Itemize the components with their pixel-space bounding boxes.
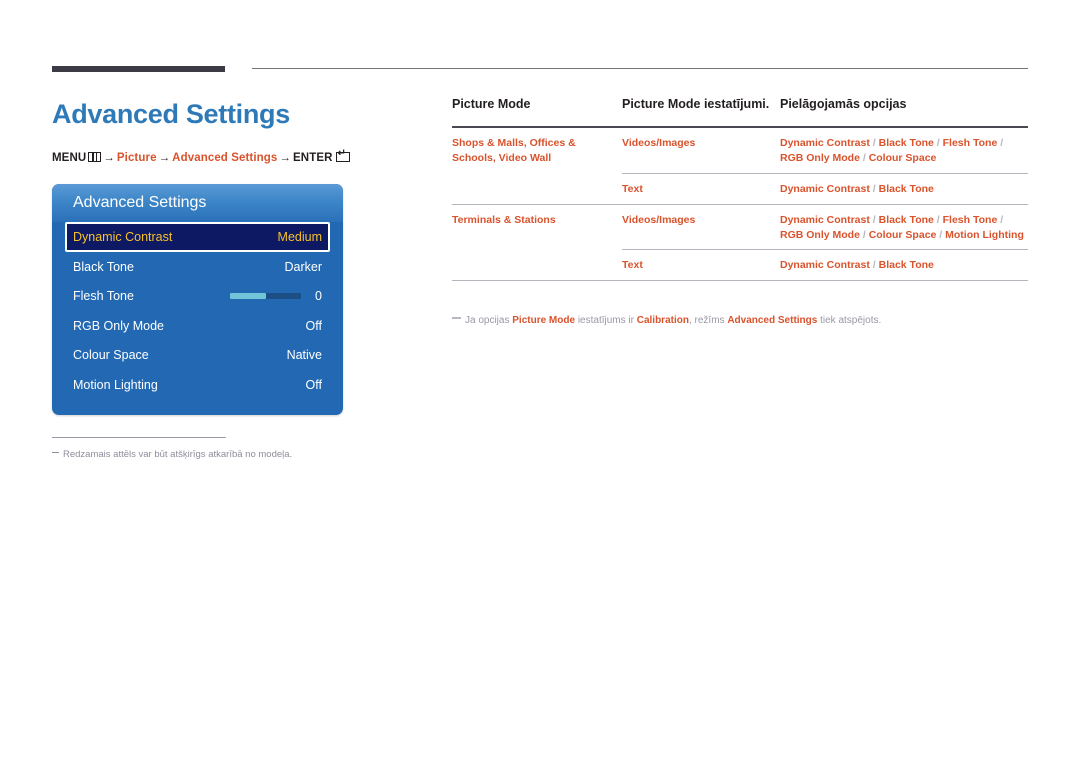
header-rule-thick bbox=[52, 66, 225, 72]
breadcrumb-arrow-2: → bbox=[158, 152, 171, 164]
osd-item-label: Black Tone bbox=[73, 259, 134, 274]
table-cell-picture-mode-setting: Videos/Images bbox=[622, 213, 696, 226]
table-header-col1: Picture Mode bbox=[452, 97, 531, 111]
osd-item-value: Darker bbox=[284, 259, 322, 274]
menu-bars-icon bbox=[88, 152, 102, 162]
table-cell-options: Dynamic Contrast / Black Tone / Flesh To… bbox=[780, 136, 1004, 164]
breadcrumb-arrow-1: → bbox=[103, 152, 115, 164]
osd-item-label: Flesh Tone bbox=[73, 289, 134, 304]
osd-item-label: Colour Space bbox=[73, 348, 149, 363]
osd-item-flesh-tone[interactable]: Flesh Tone 0 bbox=[65, 282, 330, 312]
header-rule-thin bbox=[252, 68, 1028, 69]
osd-item-value: 0 bbox=[315, 289, 322, 304]
osd-panel: Advanced Settings Dynamic Contrast Mediu… bbox=[52, 184, 343, 415]
breadcrumb-enter-label: ENTER bbox=[293, 152, 333, 164]
osd-item-value: Off bbox=[305, 377, 322, 392]
table-cell-picture-mode bbox=[452, 182, 622, 197]
left-note-rule bbox=[52, 437, 226, 438]
footnote-part1: Ja opcijas bbox=[465, 315, 513, 326]
table-cell-picture-mode-setting: Text bbox=[622, 259, 643, 272]
breadcrumb-step-picture[interactable]: Picture bbox=[117, 152, 157, 164]
table-row: Shops & Malls, Offices & Schools, Video … bbox=[452, 128, 1028, 173]
osd-item-value-group: 0 bbox=[230, 289, 322, 303]
table-cell-picture-mode-setting: Videos/Images bbox=[622, 136, 696, 149]
osd-item-colour-space[interactable]: Colour Space Native bbox=[65, 341, 330, 371]
osd-item-value: Medium bbox=[277, 230, 322, 244]
table-header-row: Picture Mode Picture Mode iestatījumi. P… bbox=[452, 96, 1028, 126]
osd-item-label: Motion Lighting bbox=[73, 377, 158, 392]
footnote-bold-picture-mode: Picture Mode bbox=[512, 315, 576, 326]
osd-item-value: Off bbox=[305, 318, 322, 333]
osd-panel-title: Advanced Settings bbox=[52, 184, 343, 222]
note-dash-icon bbox=[452, 317, 461, 319]
table-cell-options: Dynamic Contrast / Black Tone bbox=[780, 182, 934, 195]
table-cell-options: Dynamic Contrast / Black Tone bbox=[780, 259, 934, 272]
footnote-bold-calibration: Calibration bbox=[636, 315, 689, 326]
enter-key-icon bbox=[335, 149, 350, 162]
table-header-col2: Picture Mode iestatījumi. bbox=[622, 97, 770, 111]
osd-item-value: Native bbox=[286, 348, 322, 363]
table-cell-picture-mode bbox=[452, 258, 622, 273]
table-footnote: Ja opcijas Picture Mode iestatījums ir C… bbox=[452, 315, 881, 326]
footnote-part3: , režīms bbox=[688, 315, 728, 326]
page-title: Advanced Settings bbox=[52, 99, 290, 129]
osd-menu-list: Dynamic Contrast Medium Black Tone Darke… bbox=[52, 222, 343, 400]
osd-item-motion-lighting[interactable]: Motion Lighting Off bbox=[65, 370, 330, 400]
table-cell-picture-mode: Shops & Malls, Offices & Schools, Video … bbox=[452, 136, 576, 164]
table-header-col3: Pielāgojamās opcijas bbox=[780, 97, 907, 111]
footnote-bold-advanced-settings: Advanced Settings bbox=[727, 315, 818, 326]
osd-item-black-tone[interactable]: Black Tone Darker bbox=[65, 252, 330, 282]
options-table: Picture Mode Picture Mode iestatījumi. P… bbox=[452, 96, 1028, 282]
flesh-tone-slider[interactable] bbox=[230, 293, 302, 300]
breadcrumb-arrow-3: → bbox=[279, 152, 292, 164]
osd-item-label: RGB Only Mode bbox=[73, 318, 165, 333]
table-row: Text Dynamic Contrast / Black Tone bbox=[452, 250, 1028, 280]
table-row: Text Dynamic Contrast / Black Tone bbox=[452, 174, 1028, 204]
note-dash-icon bbox=[52, 452, 59, 453]
breadcrumb: MENU → Picture → Advanced Settings → ENTER bbox=[52, 149, 350, 164]
table-cell-picture-mode-setting: Text bbox=[622, 182, 643, 195]
flesh-tone-slider-fill bbox=[230, 293, 266, 300]
table-bottom-separator bbox=[452, 280, 1028, 282]
footnote-part4: tiek atspējots. bbox=[817, 315, 882, 326]
left-footnote: Redzamais attēls var būt atšķirīgs atkar… bbox=[52, 449, 292, 460]
breadcrumb-menu-label: MENU bbox=[52, 152, 87, 164]
osd-item-rgb-only-mode[interactable]: RGB Only Mode Off bbox=[65, 311, 330, 341]
footnote-part2: iestatījums ir bbox=[575, 315, 637, 326]
breadcrumb-step-advanced-settings[interactable]: Advanced Settings bbox=[172, 152, 277, 164]
table-cell-picture-mode: Terminals & Stations bbox=[452, 213, 556, 226]
osd-item-label: Dynamic Contrast bbox=[73, 230, 173, 244]
osd-item-dynamic-contrast[interactable]: Dynamic Contrast Medium bbox=[65, 222, 330, 252]
table-row: Terminals & Stations Videos/Images Dynam… bbox=[452, 205, 1028, 250]
table-cell-options: Dynamic Contrast / Black Tone / Flesh To… bbox=[780, 213, 1024, 241]
left-footnote-text: Redzamais attēls var būt atšķirīgs atkar… bbox=[63, 449, 293, 460]
